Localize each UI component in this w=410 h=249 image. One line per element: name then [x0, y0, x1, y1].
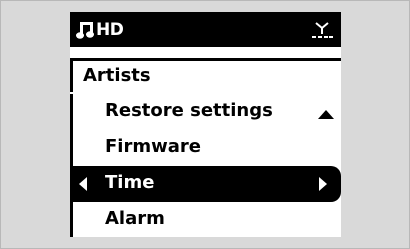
menu-item-label: Alarm	[105, 208, 165, 229]
display-screen: HD Artists Restore settings Firmware Tim…	[70, 12, 341, 237]
status-bar: HD	[70, 12, 341, 47]
music-note-icon	[76, 22, 94, 39]
menu-item-alarm[interactable]: Alarm	[73, 202, 341, 237]
menu-item-restore-settings[interactable]: Restore settings	[73, 94, 341, 130]
right-arrow-icon	[319, 177, 327, 191]
menu-item-label: Firmware	[105, 136, 201, 157]
settings-menu: Restore settings Firmware Time Alarm	[70, 94, 341, 237]
menu-item-label: Restore settings	[105, 100, 273, 121]
breadcrumb: Artists	[70, 58, 341, 92]
scroll-up-arrow-icon[interactable]	[318, 110, 334, 119]
antenna-signal-icon	[312, 22, 333, 38]
breadcrumb-label: Artists	[83, 65, 151, 86]
menu-item-firmware[interactable]: Firmware	[73, 130, 341, 166]
menu-item-label: Time	[105, 172, 155, 193]
menu-item-time[interactable]: Time	[73, 166, 341, 202]
source-label: HD	[96, 20, 124, 40]
left-arrow-icon	[79, 177, 87, 191]
